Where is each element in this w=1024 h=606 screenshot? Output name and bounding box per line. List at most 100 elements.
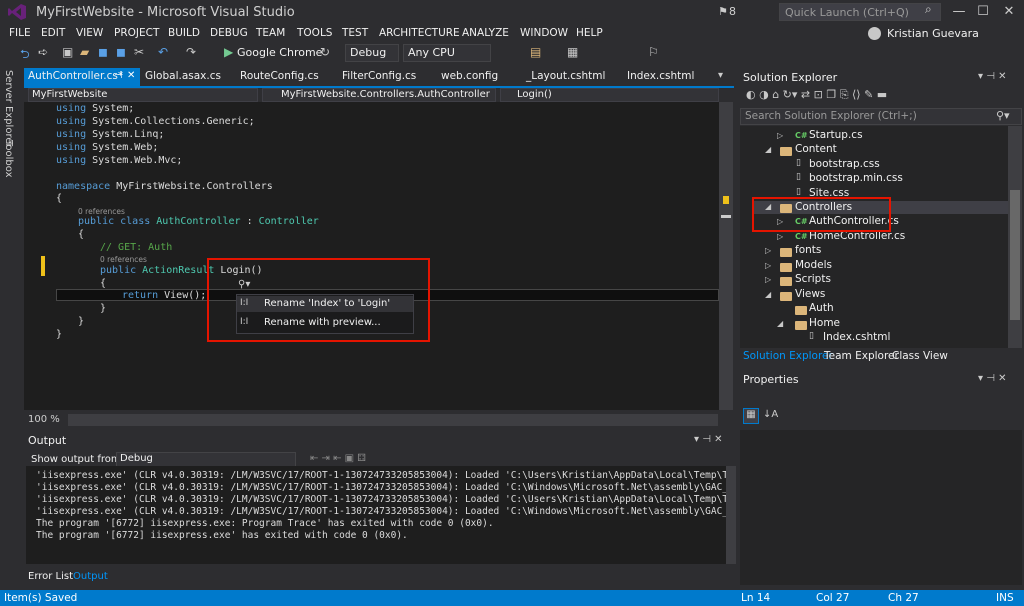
close-button[interactable]: ✕ [994,2,1024,22]
user-name[interactable]: Kristian Guevara [887,27,979,40]
browser-select[interactable]: Google Chrome [237,46,322,59]
collapse-arrow-icon[interactable]: ◢ [765,145,771,154]
solution-explorer-toolbar-icons[interactable]: ◐ ◑ ⌂ ↻▾ ⇄ ⊡ ❐ ⎘ ⟨⟩ ✎ ▬ [746,88,887,102]
quick-launch-input[interactable]: Quick Launch (Ctrl+Q) [779,3,941,21]
codelens-references[interactable]: 0 references [100,255,147,264]
bookmark-icon[interactable]: ⚐ [648,45,659,59]
member-navigation-select[interactable]: Login() [500,88,719,102]
tab-solution-explorer[interactable]: Solution Explorer [743,350,833,362]
solution-search-input[interactable]: Search Solution Explorer (Ctrl+;) [740,108,1022,125]
tree-item-models[interactable]: Models [795,259,832,271]
scrollbar-thumb[interactable] [1010,190,1020,320]
tab-filterconfig[interactable]: FilterConfig.cs [342,70,416,85]
tree-item-startup[interactable]: Startup.cs [809,129,863,141]
tab-routeconfig[interactable]: RouteConfig.cs [240,70,319,85]
window-title: MyFirstWebsite - Microsoft Visual Studio [36,5,295,20]
annotation-box [207,258,430,342]
expand-arrow-icon[interactable]: ▷ [765,275,771,284]
categorized-icon[interactable]: ▦ [743,408,759,424]
new-project-icon[interactable]: ▣ [62,45,73,59]
close-tab-icon[interactable]: ✕ [127,70,135,81]
output-toolbar-icons[interactable]: ⇤ ⇥ ⇤ ▣ ⚃ [310,453,366,464]
codelens-references[interactable]: 0 references [78,207,125,216]
redo-icon[interactable]: ↷ [186,45,196,59]
menu-analyze[interactable]: ANALYZE [462,27,509,39]
save-all-icon[interactable]: ◼ [116,45,126,59]
tab-authcontroller[interactable]: AuthController.cs* [28,70,123,85]
server-explorer-tab[interactable]: Server Explorer [3,70,14,148]
output-tab[interactable]: Output [73,571,108,582]
pane-options-icon[interactable]: ▾ ⊣ ✕ [978,71,1006,82]
notification-count[interactable]: 8 [729,5,736,18]
cut-icon[interactable]: ✂ [134,45,144,59]
project-navigation-select[interactable]: MyFirstWebsite [28,88,258,102]
menu-architecture[interactable]: ARCHITECTURE [379,27,460,39]
menu-project[interactable]: PROJECT [114,27,159,39]
error-list-tab[interactable]: Error List [28,571,73,582]
tab-class-view[interactable]: Class View [892,350,948,362]
save-icon[interactable]: ◼ [98,45,108,59]
code-keyword: return [122,290,159,301]
class-navigation-select[interactable]: MyFirstWebsite.Controllers.AuthControlle… [262,88,496,102]
tab-layout[interactable]: _Layout.cshtml [526,70,605,85]
tree-item-content[interactable]: Content [795,143,837,155]
tree-item-auth[interactable]: Auth [809,302,834,314]
search-icon[interactable]: ⌕ [925,2,932,17]
menu-tools[interactable]: TOOLS [297,27,332,39]
tree-item-home[interactable]: Home [809,317,840,329]
menu-file[interactable]: FILE [9,27,31,39]
expand-arrow-icon[interactable]: ▷ [765,246,771,255]
code-brace: } [56,329,63,340]
annotation-box [752,197,891,232]
tab-index[interactable]: Index.cshtml [627,70,694,85]
editor-vertical-scrollbar[interactable] [719,102,733,410]
code-return-type: ActionResult [136,265,215,276]
open-folder-icon[interactable]: ▰ [80,45,89,59]
editor-horizontal-scrollbar[interactable] [68,414,718,426]
configuration-select[interactable]: Debug [345,44,399,62]
scroll-position-marker [721,215,731,218]
start-debug-icon[interactable]: ▶ [224,45,233,59]
tree-item-views[interactable]: Views [795,288,825,300]
menu-edit[interactable]: EDIT [41,27,65,39]
refresh-icon[interactable]: ↻ [320,45,330,59]
tab-overflow-icon[interactable]: ▾ [718,70,723,81]
menu-view[interactable]: VIEW [76,27,103,39]
tree-item-scripts[interactable]: Scripts [795,273,831,285]
forward-icon[interactable]: ➪ [38,45,48,59]
menu-help[interactable]: HELP [576,27,603,39]
collapse-arrow-icon[interactable]: ◢ [777,319,783,328]
output-options-icon[interactable]: ▾ ⊣ ✕ [694,434,722,445]
tree-item-bootstrap-css[interactable]: bootstrap.css [809,158,880,170]
tab-global-asax[interactable]: Global.asax.cs [145,70,221,85]
menu-test[interactable]: TEST [342,27,368,39]
alphabetical-icon[interactable]: ↓A [763,409,778,420]
search-icon[interactable]: ⚲▾ [996,109,1010,122]
tab-webconfig[interactable]: web.config [441,70,498,85]
tree-item-fonts[interactable]: fonts [795,244,821,256]
tab-team-explorer[interactable]: Team Explorer [824,350,899,362]
output-scrollbar[interactable] [726,466,736,564]
collapse-arrow-icon[interactable]: ◢ [765,290,771,299]
menu-debug[interactable]: DEBUG [210,27,248,39]
user-avatar[interactable] [868,27,881,40]
toolbox-tab[interactable]: Toolbox [3,140,14,178]
expand-arrow-icon[interactable]: ▷ [777,131,783,140]
tree-item-bootstrap-min-css[interactable]: bootstrap.min.css [809,172,903,184]
expand-arrow-icon[interactable]: ▷ [777,232,783,241]
find-in-files-icon[interactable]: ▤ [530,45,541,59]
menu-team[interactable]: TEAM [256,27,285,39]
tree-item-index-cshtml[interactable]: Index.cshtml [823,331,890,343]
menu-build[interactable]: BUILD [168,27,200,39]
pin-icon[interactable]: ⊣ [114,70,123,81]
output-source-select[interactable]: Debug [116,452,296,467]
undo-icon[interactable]: ↶ [158,45,168,59]
expand-arrow-icon[interactable]: ▷ [765,261,771,270]
platform-select[interactable]: Any CPU [403,44,491,62]
pane-options-icon[interactable]: ▾ ⊣ ✕ [978,373,1006,384]
zoom-level[interactable]: 100 % [28,414,60,425]
comment-icon[interactable]: ▦ [567,45,578,59]
back-icon[interactable]: ⮌ [20,45,30,66]
notification-flag-icon[interactable]: ⚑ [718,5,728,18]
menu-window[interactable]: WINDOW [520,27,568,39]
